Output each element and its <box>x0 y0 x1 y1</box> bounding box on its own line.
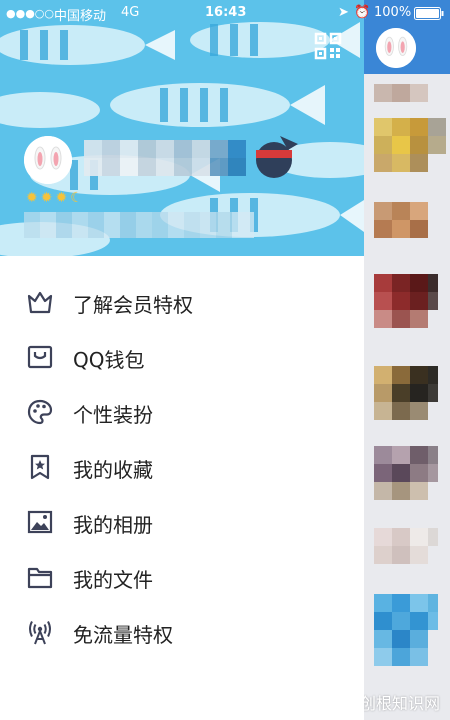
battery-percent: 100% <box>374 5 412 20</box>
qr-code-icon[interactable] <box>314 32 342 60</box>
nickname-blurred <box>84 136 298 178</box>
menu-item-personalize[interactable]: 个性装扮 <box>0 384 364 439</box>
menu-item-label: 我的文件 <box>73 568 153 592</box>
menu-item-favorites[interactable]: 我的收藏 <box>0 439 364 494</box>
wallet-icon <box>27 345 53 369</box>
crown-icon <box>27 291 53 314</box>
qq-level-badges[interactable]: ✹ ✹ ✹ ☾ <box>26 190 83 206</box>
menu-item-label: 我的相册 <box>73 513 153 537</box>
picture-icon <box>27 510 53 534</box>
drawer-menu: 了解会员特权 QQ钱包 个性装扮 我的收藏 我的相册 我的文件 免流量特权 <box>0 274 364 659</box>
carrier-name: 中国移动 <box>54 9 107 24</box>
sun-icon: ✹ <box>55 190 68 206</box>
menu-item-album[interactable]: 我的相册 <box>0 494 364 549</box>
menu-item-qq-wallet[interactable]: QQ钱包 <box>0 329 364 384</box>
bunny-avatar-icon <box>24 136 72 184</box>
menu-item-label: 我的收藏 <box>73 458 153 482</box>
battery-icon <box>414 7 444 24</box>
bunny-avatar-icon <box>376 28 416 68</box>
network-type: 4G <box>121 5 140 20</box>
menu-item-vip-privileges[interactable]: 了解会员特权 <box>0 274 364 329</box>
user-avatar[interactable] <box>24 136 72 184</box>
menu-item-label: QQ钱包 <box>73 348 145 372</box>
status-bar: ●●●○○ 中国移动 4G 16:43 ➤ ⏰ 100% <box>0 0 450 26</box>
chat-list-peek[interactable]: 爱创根知识网 <box>364 0 450 720</box>
palette-icon <box>27 399 53 425</box>
signal-tower-icon <box>29 621 51 645</box>
menu-item-label: 免流量特权 <box>73 623 173 647</box>
site-watermark: 爱创根知识网 <box>364 694 440 713</box>
menu-item-label: 了解会员特权 <box>73 293 193 317</box>
menu-item-free-data[interactable]: 免流量特权 <box>0 604 364 659</box>
profile-header[interactable]: ✹ ✹ ✹ ☾ <box>0 0 364 256</box>
signature-blurred <box>24 212 254 238</box>
header-avatar[interactable] <box>376 28 416 68</box>
blurred-chat-avatars <box>374 84 446 666</box>
alarm-icon: ⏰ <box>354 5 371 20</box>
moon-icon: ☾ <box>70 190 83 206</box>
menu-item-files[interactable]: 我的文件 <box>0 549 364 604</box>
folder-icon <box>27 567 53 589</box>
menu-item-label: 个性装扮 <box>73 403 153 427</box>
clock-time: 16:43 <box>205 5 247 20</box>
bookmark-star-icon <box>30 454 50 480</box>
sun-icon: ✹ <box>26 190 38 206</box>
location-icon: ➤ <box>338 5 349 20</box>
signal-strength: ●●●○○ <box>6 7 54 20</box>
sun-icon: ✹ <box>40 190 53 206</box>
